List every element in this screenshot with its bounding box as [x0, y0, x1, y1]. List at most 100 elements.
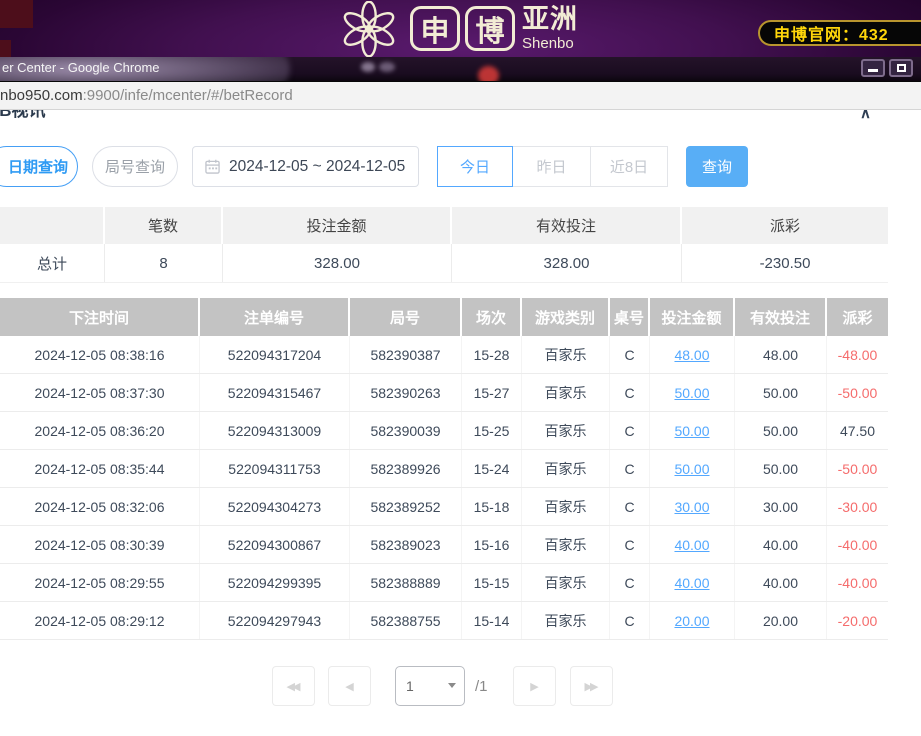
search-button-label: 查询: [702, 156, 732, 177]
header-round-no: 局号: [350, 298, 462, 336]
logo-char-box-1: 申: [410, 6, 460, 51]
payout-value: 47.50: [827, 412, 888, 449]
round-no: 582388889: [350, 564, 462, 601]
table-no: C: [610, 488, 650, 525]
game-type: 百家乐: [522, 526, 610, 563]
bet-amount-link[interactable]: 50.00: [674, 423, 709, 439]
header-payout: 派彩: [827, 298, 888, 336]
valid-bet: 40.00: [735, 564, 827, 601]
order-no: 522094304273: [200, 488, 350, 525]
logo-char-1: 申: [420, 8, 449, 50]
bet-record-panel: BB视讯 ∧ 日期查询 局号查询 2024-12-05 ~ 2024-12-05…: [0, 110, 921, 736]
session: 15-28: [462, 336, 522, 373]
table-row: 2024-12-05 08:38:16 522094317204 5823903…: [0, 336, 888, 374]
header-table-no: 桌号: [610, 298, 650, 336]
table-row: 2024-12-05 08:29:12 522094297943 5823887…: [0, 602, 888, 640]
last-page-button[interactable]: ▶▶: [570, 666, 613, 706]
table-no: C: [610, 374, 650, 411]
session: 15-24: [462, 450, 522, 487]
summary-table: 笔数 投注金额 有效投注 派彩 总计 8 328.00 328.00 -230.…: [0, 207, 888, 283]
header-bet-time: 下注时间: [0, 298, 200, 336]
order-no: 522094315467: [200, 374, 350, 411]
header-order-no: 注单编号: [200, 298, 350, 336]
background-window-fragment-2: [0, 40, 11, 57]
logo-subtitle: Shenbo: [522, 36, 578, 51]
payout-value: -50.00: [827, 450, 888, 487]
payout-value: -48.00: [827, 336, 888, 373]
payout-value: -30.00: [827, 488, 888, 525]
round-no: 582390387: [350, 336, 462, 373]
bet-time: 2024-12-05 08:32:06: [0, 488, 200, 525]
first-page-icon: ◀◀: [287, 680, 301, 693]
today-button[interactable]: 今日: [437, 146, 513, 187]
table-no: C: [610, 564, 650, 601]
browser-titlebar: er Center - Google Chrome: [0, 57, 921, 82]
last-8-days-label: 近8日: [610, 156, 648, 177]
next-page-button[interactable]: ▶: [513, 666, 556, 706]
date-range-value: 2024-12-05 ~ 2024-12-05: [229, 158, 405, 176]
summary-payout-value: -230.50: [682, 244, 888, 282]
first-page-button[interactable]: ◀◀: [272, 666, 315, 706]
game-type: 百家乐: [522, 450, 610, 487]
search-button[interactable]: 查询: [686, 146, 748, 187]
payout-value: -40.00: [827, 526, 888, 563]
logo-char-box-2: 博: [465, 6, 515, 51]
yesterday-label: 昨日: [536, 156, 566, 177]
maximize-button[interactable]: [889, 59, 913, 77]
url-path: :9900/infe/mcenter/#/betRecord: [83, 87, 293, 104]
page-select[interactable]: 1: [395, 666, 465, 706]
date-query-tab[interactable]: 日期查询: [0, 146, 78, 187]
bet-time: 2024-12-05 08:30:39: [0, 526, 200, 563]
minimize-button[interactable]: [861, 59, 885, 77]
prev-page-button[interactable]: ◀: [328, 666, 371, 706]
round-no: 582389252: [350, 488, 462, 525]
yesterday-button[interactable]: 昨日: [512, 146, 591, 187]
logo-region-text: 亚洲: [522, 6, 578, 33]
valid-bet: 50.00: [735, 412, 827, 449]
screenshot-stage: 申 博 亚洲 Shenbo 申博官网：432 er Center - Googl…: [0, 0, 921, 736]
bet-amount-link[interactable]: 40.00: [674, 575, 709, 591]
bet-amount-link[interactable]: 20.00: [674, 613, 709, 629]
game-type: 百家乐: [522, 602, 610, 639]
url-host: nbo950.com: [0, 87, 83, 104]
round-no: 582390039: [350, 412, 462, 449]
summary-header-valid: 有效投注: [452, 207, 682, 244]
date-range-input[interactable]: 2024-12-05 ~ 2024-12-05: [192, 146, 419, 187]
bet-time: 2024-12-05 08:35:44: [0, 450, 200, 487]
page-select-wrap: 1: [395, 666, 465, 706]
summary-total-row: 总计 8 328.00 328.00 -230.50: [0, 244, 888, 283]
bet-amount-link[interactable]: 30.00: [674, 499, 709, 515]
background-window-fragment: [0, 0, 33, 28]
logo-char-2: 博: [475, 8, 504, 50]
next-page-icon: ▶: [530, 680, 538, 693]
round-query-label: 局号查询: [105, 156, 165, 177]
bet-amount-link[interactable]: 48.00: [674, 347, 709, 363]
header-session: 场次: [462, 298, 522, 336]
summary-header-count: 笔数: [105, 207, 223, 244]
round-no: 582389023: [350, 526, 462, 563]
bet-records-table: 下注时间 注单编号 局号 场次 游戏类别 桌号 投注金额 有效投注 派彩 202…: [0, 298, 888, 640]
order-no: 522094313009: [200, 412, 350, 449]
bet-time: 2024-12-05 08:37:30: [0, 374, 200, 411]
game-type: 百家乐: [522, 374, 610, 411]
summary-header-bet: 投注金额: [223, 207, 452, 244]
date-query-label: 日期查询: [8, 156, 68, 177]
last-8-days-button[interactable]: 近8日: [590, 146, 668, 187]
table-header-row: 下注时间 注单编号 局号 场次 游戏类别 桌号 投注金额 有效投注 派彩: [0, 298, 888, 336]
summary-header-row: 笔数 投注金额 有效投注 派彩: [0, 207, 888, 244]
calendar-icon: [205, 159, 220, 174]
summary-header-payout: 派彩: [682, 207, 888, 244]
table-row: 2024-12-05 08:36:20 522094313009 5823900…: [0, 412, 888, 450]
order-no: 522094300867: [200, 526, 350, 563]
official-site-text: 申博官网：432: [774, 21, 889, 45]
round-query-tab[interactable]: 局号查询: [92, 146, 178, 187]
official-site-badge[interactable]: 申博官网：432: [758, 20, 921, 46]
address-bar[interactable]: nbo950.com:9900/infe/mcenter/#/betRecord: [0, 82, 921, 110]
session: 15-18: [462, 488, 522, 525]
bet-amount-link[interactable]: 50.00: [674, 385, 709, 401]
titlebar-smudge: [361, 62, 375, 72]
table-no: C: [610, 450, 650, 487]
summary-header-empty: [0, 207, 105, 244]
bet-amount-link[interactable]: 50.00: [674, 461, 709, 477]
bet-amount-link[interactable]: 40.00: [674, 537, 709, 553]
